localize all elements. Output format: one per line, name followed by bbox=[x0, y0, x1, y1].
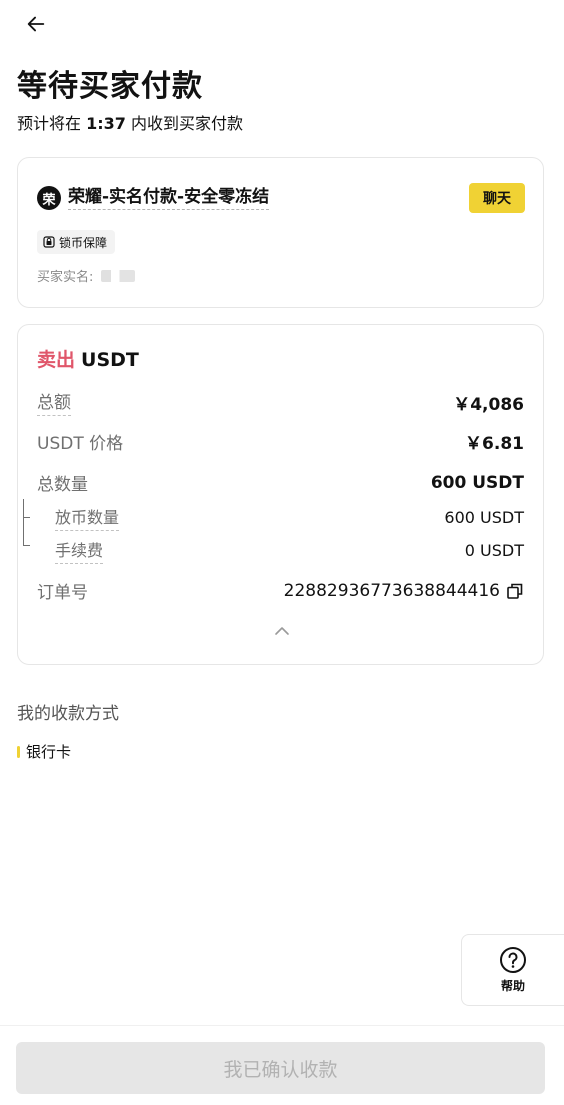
trade-title: 卖出 USDT bbox=[37, 345, 139, 372]
payment-method-item[interactable]: 银行卡 bbox=[17, 741, 71, 762]
release-quantity-value: 600 USDT bbox=[444, 508, 524, 527]
copy-icon[interactable] bbox=[506, 582, 524, 600]
fee-row: 手续费 0 USDT bbox=[37, 537, 524, 564]
help-label: 帮助 bbox=[500, 979, 525, 993]
buyer-name-masked bbox=[101, 269, 136, 282]
payment-countdown-text: 预计将在 1:37 内收到买家付款 bbox=[17, 112, 243, 136]
order-number-group: 22882936773638844416 bbox=[284, 581, 524, 601]
countdown-timer: 1:37 bbox=[86, 114, 126, 133]
merchant-row[interactable]: 荣 荣耀-实名付款-安全零冻结 bbox=[37, 186, 270, 210]
buyer-name-label: 买家实名: bbox=[37, 270, 94, 285]
price-value: ￥6.81 bbox=[465, 434, 524, 454]
order-number-row: 订单号 22882936773638844416 bbox=[37, 578, 524, 603]
page-title: 等待买家付款 bbox=[17, 69, 203, 104]
lock-shield-icon bbox=[43, 236, 55, 248]
chevron-up-icon[interactable] bbox=[272, 621, 292, 641]
price-label: USDT 价格 bbox=[37, 434, 124, 454]
question-circle-icon bbox=[500, 947, 526, 973]
fee-label[interactable]: 手续费 bbox=[55, 537, 104, 564]
confirm-received-button[interactable]: 我已确认收款 bbox=[16, 1042, 545, 1094]
buyer-real-name: 买家实名: bbox=[37, 266, 136, 285]
escrow-badge[interactable]: 锁币保障 bbox=[37, 230, 116, 254]
back-button[interactable] bbox=[22, 10, 50, 38]
merchant-card: 荣 荣耀-实名付款-安全零冻结 聊天 锁币保障 买家实名: bbox=[17, 157, 544, 308]
release-quantity-row: 放币数量 600 USDT bbox=[37, 504, 524, 531]
payment-method-accent bbox=[17, 745, 20, 758]
trade-side: 卖出 bbox=[37, 349, 76, 371]
chat-button[interactable]: 聊天 bbox=[469, 183, 525, 213]
merchant-avatar: 荣 bbox=[37, 186, 61, 210]
order-number-value: 22882936773638844416 bbox=[283, 580, 500, 601]
help-button[interactable]: 帮助 bbox=[461, 934, 564, 1006]
escrow-badge-label: 锁币保障 bbox=[59, 235, 108, 250]
sub-items-connector bbox=[23, 499, 33, 546]
payment-method-label: 银行卡 bbox=[26, 743, 72, 761]
trade-asset: USDT bbox=[81, 349, 139, 371]
release-quantity-label[interactable]: 放币数量 bbox=[55, 504, 120, 531]
subtitle-prefix: 预计将在 bbox=[17, 114, 82, 133]
payment-methods-title: 我的收款方式 bbox=[17, 704, 119, 724]
quantity-label: 总数量 bbox=[37, 475, 88, 495]
quantity-value: 600 USDT bbox=[430, 472, 524, 493]
total-amount-value: ￥4,086 bbox=[453, 394, 524, 415]
price-row: USDT 价格 ￥6.81 bbox=[37, 429, 524, 454]
total-amount-label[interactable]: 总额 bbox=[37, 388, 71, 416]
subtitle-suffix: 内收到买家付款 bbox=[131, 114, 244, 133]
footer-divider bbox=[0, 1025, 564, 1026]
order-details-card: 卖出 USDT 总额 ￥4,086 USDT 价格 ￥6.81 总数量 600 U… bbox=[17, 324, 544, 665]
arrow-left-icon bbox=[27, 16, 45, 32]
merchant-name[interactable]: 荣耀-实名付款-安全零冻结 bbox=[68, 186, 270, 210]
quantity-row: 总数量 600 USDT bbox=[37, 470, 524, 496]
fee-value: 0 USDT bbox=[464, 541, 524, 560]
order-number-label: 订单号 bbox=[37, 583, 88, 603]
total-amount-row: 总额 ￥4,086 bbox=[37, 388, 524, 416]
